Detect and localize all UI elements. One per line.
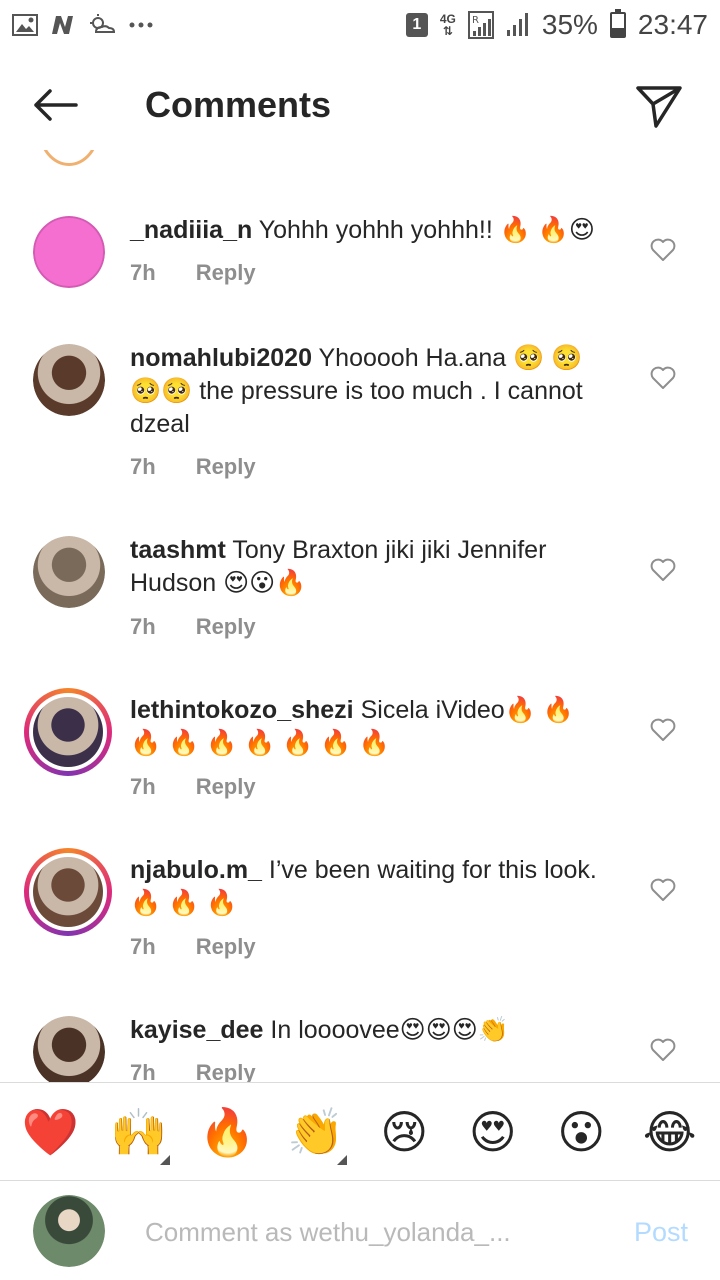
reply-button[interactable]: Reply bbox=[196, 934, 256, 960]
n-app-icon bbox=[50, 14, 76, 36]
sim-slot-badge: 1 bbox=[405, 13, 428, 37]
like-heart-icon[interactable] bbox=[650, 366, 676, 390]
comment-text: _nadiiia_n Yohhh yohhh yohhh!! 🔥 🔥😍 bbox=[130, 214, 600, 247]
comment-time: 7h bbox=[130, 1060, 156, 1082]
avatar[interactable] bbox=[33, 1016, 105, 1082]
comments-list[interactable]: _nadiiia_n Yohhh yohhh yohhh!! 🔥 🔥😍 7h Re… bbox=[0, 150, 720, 1082]
emoji-heart-eyes[interactable]: 😍 bbox=[458, 1107, 528, 1157]
back-button[interactable] bbox=[30, 82, 80, 128]
reply-button[interactable]: Reply bbox=[196, 454, 256, 480]
avatar-ring-inner bbox=[29, 693, 107, 771]
post-button[interactable]: Post bbox=[634, 1217, 688, 1248]
avatar-image bbox=[33, 697, 103, 767]
comment-username[interactable]: taashmt bbox=[130, 536, 226, 564]
like-heart-icon[interactable] bbox=[650, 238, 676, 262]
battery-fill bbox=[611, 28, 624, 36]
status-bar: 1 4G ⇅ R 35% 23:47 bbox=[0, 0, 720, 50]
emoji-surprised[interactable]: 😮 bbox=[546, 1107, 616, 1157]
avatar[interactable] bbox=[33, 536, 105, 608]
comment-username[interactable]: njabulo.m_ bbox=[130, 856, 262, 884]
avatar-image bbox=[33, 857, 103, 927]
comment-username[interactable]: kayise_dee bbox=[130, 1016, 263, 1044]
comment-meta: 7h Reply bbox=[130, 454, 256, 480]
emoji-clapping[interactable]: 👏 bbox=[281, 1104, 351, 1165]
paper-plane-icon bbox=[636, 86, 682, 128]
comment-text: taashmt Tony Braxton jiki jiki Jennifer … bbox=[130, 534, 600, 600]
comment-meta: 7h Reply bbox=[130, 260, 256, 286]
status-left bbox=[12, 14, 154, 36]
comment-time: 7h bbox=[130, 774, 156, 799]
signal-r-icon: R bbox=[467, 11, 494, 39]
comment-composer: Post bbox=[0, 1180, 720, 1280]
comment-text: njabulo.m_ I’ve been waiting for this lo… bbox=[130, 854, 600, 920]
avatar bbox=[38, 150, 100, 166]
like-heart-icon[interactable] bbox=[650, 878, 676, 902]
emoji-variant-indicator bbox=[336, 1154, 347, 1165]
comment-message: Yohhh yohhh yohhh!! 🔥 🔥😍 bbox=[258, 216, 595, 244]
reply-button[interactable]: Reply bbox=[196, 1060, 256, 1082]
battery-percent: 35% bbox=[541, 9, 598, 40]
avatar-image bbox=[33, 344, 105, 416]
emoji-tears-of-joy[interactable]: 😂 bbox=[635, 1107, 705, 1157]
comment-input[interactable] bbox=[145, 1209, 565, 1255]
network-label: 4G bbox=[439, 12, 456, 26]
svg-text:R: R bbox=[472, 15, 479, 26]
clock: 23:47 bbox=[637, 9, 708, 40]
comment-time: 7h bbox=[130, 614, 156, 639]
avatar-story-ring[interactable] bbox=[24, 848, 112, 936]
reply-button[interactable]: Reply bbox=[196, 774, 256, 800]
comment-meta: 7h Reply bbox=[130, 934, 256, 960]
share-button[interactable] bbox=[634, 80, 684, 130]
comment-text: nomahlubi2020 Yhooooh Ha.ana 🥺 🥺🥺🥺 the p… bbox=[130, 342, 600, 441]
emoji-variant-indicator bbox=[159, 1154, 170, 1165]
more-dots-icon bbox=[128, 21, 154, 29]
comment-meta: 7h Reply bbox=[130, 614, 256, 640]
like-heart-icon[interactable] bbox=[650, 718, 676, 742]
emoji-fire[interactable]: 🔥 bbox=[192, 1107, 262, 1157]
emoji-glyph: 👏 bbox=[287, 1104, 345, 1159]
emoji-crying[interactable]: 😢 bbox=[369, 1107, 439, 1157]
page-title: Comments bbox=[145, 84, 332, 125]
reply-button[interactable]: Reply bbox=[196, 260, 256, 286]
avatar[interactable] bbox=[33, 216, 105, 288]
network-type: 4G ⇅ bbox=[439, 12, 456, 38]
avatar-ring-inner bbox=[29, 853, 107, 931]
gallery-icon bbox=[12, 14, 38, 36]
emoji-glyph: 🙌 bbox=[110, 1104, 168, 1159]
arrow-left-icon bbox=[34, 89, 78, 121]
signal-bars-icon bbox=[506, 12, 530, 38]
avatar-image bbox=[33, 1195, 105, 1267]
avatar[interactable] bbox=[33, 344, 105, 416]
weather-icon bbox=[88, 14, 116, 36]
comment-time: 7h bbox=[130, 934, 156, 959]
comment-username[interactable]: lethintokozo_shezi bbox=[130, 696, 354, 724]
emoji-heart[interactable]: ❤️ bbox=[15, 1107, 85, 1157]
comment-time: 7h bbox=[130, 260, 156, 285]
quick-emoji-bar: ❤️ 🙌 🔥 👏 😢 😍 😮 😂 bbox=[0, 1082, 720, 1180]
status-right: 1 4G ⇅ R 35% 23:47 bbox=[405, 9, 708, 41]
like-heart-icon[interactable] bbox=[650, 558, 676, 582]
emoji-raising-hands[interactable]: 🙌 bbox=[104, 1104, 174, 1165]
comment-meta: 7h Reply bbox=[130, 774, 256, 800]
avatar-image bbox=[33, 536, 105, 608]
comment-text: kayise_dee In loooovee😍😍😍👏 bbox=[130, 1014, 600, 1047]
comment-time: 7h bbox=[130, 454, 156, 479]
my-avatar bbox=[33, 1195, 105, 1267]
comment-text: lethintokozo_shezi Sicela iVideo🔥 🔥 🔥 🔥 … bbox=[130, 694, 600, 760]
like-heart-icon[interactable] bbox=[650, 1038, 676, 1062]
avatar-image bbox=[33, 1016, 105, 1082]
avatar-story-ring[interactable] bbox=[24, 688, 112, 776]
header: Comments bbox=[0, 60, 720, 150]
avatar-image bbox=[33, 216, 105, 288]
reply-button[interactable]: Reply bbox=[196, 614, 256, 640]
comment-username[interactable]: nomahlubi2020 bbox=[130, 344, 312, 372]
comment-meta: 7h Reply bbox=[130, 1060, 256, 1082]
comment-message: In loooovee😍😍😍👏 bbox=[270, 1016, 509, 1044]
battery-icon bbox=[609, 9, 626, 38]
comment-username[interactable]: _nadiiia_n bbox=[130, 216, 252, 244]
